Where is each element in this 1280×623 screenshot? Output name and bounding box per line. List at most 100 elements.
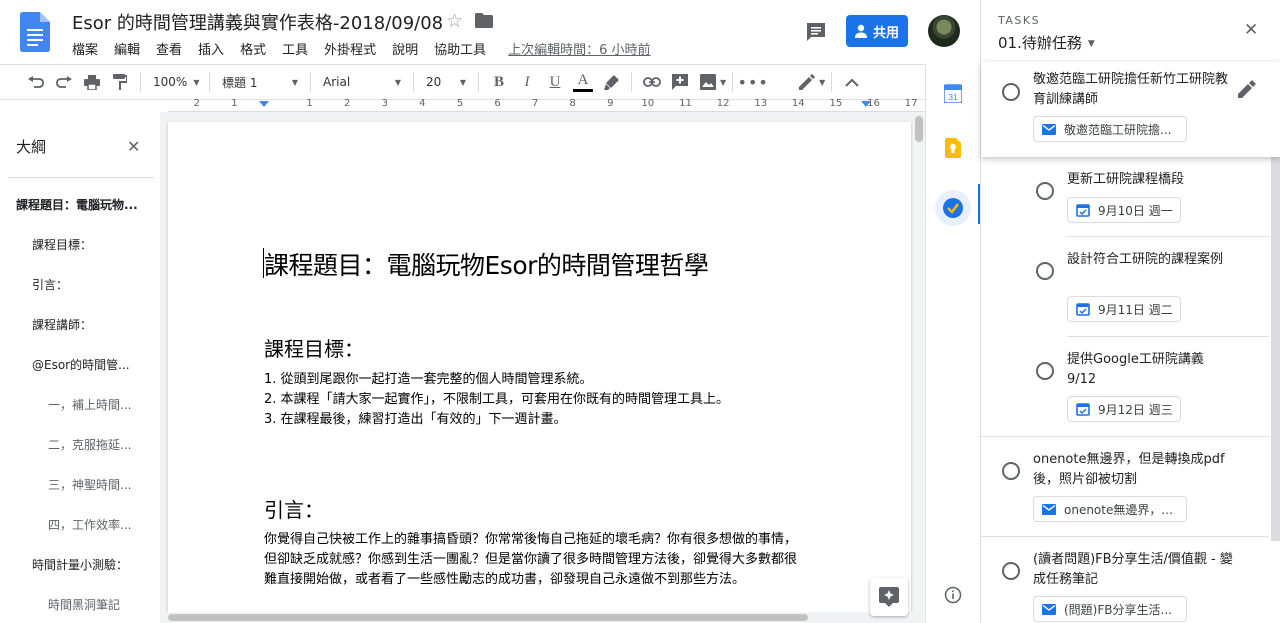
info-icon[interactable] xyxy=(940,582,966,608)
explore-button[interactable] xyxy=(870,578,908,616)
task-title[interactable]: onenote無邊界，但是轉換成pdf後，照片卻被切割 xyxy=(1033,450,1233,490)
task-complete-checkbox[interactable] xyxy=(1002,83,1020,101)
font-size-select[interactable]: 20 ▼ xyxy=(420,75,472,89)
horizontal-scrollbar[interactable] xyxy=(160,612,925,623)
task-date-chip[interactable]: 9月11日 週二 xyxy=(1067,296,1181,322)
ruler[interactable]: 2 1 1 2 3 4 5 6 7 8 9 10 11 12 13 14 15 16 17 xyxy=(168,98,925,112)
text-color-icon[interactable]: A xyxy=(569,68,597,96)
tasks-icon[interactable] xyxy=(935,190,971,226)
task-complete-checkbox[interactable] xyxy=(1036,182,1054,200)
task-email-chip[interactable]: onenote無邊界，... xyxy=(1033,496,1187,522)
last-edit-link[interactable]: 上次編輯時間：6 小時前 xyxy=(508,39,650,58)
link-icon[interactable] xyxy=(638,68,666,96)
section-heading-goals[interactable]: 課程目標： xyxy=(264,333,364,362)
chevron-down-icon[interactable]: ▼ xyxy=(819,78,825,87)
star-icon[interactable]: ☆ xyxy=(446,10,463,32)
vertical-scrollbar[interactable] xyxy=(913,112,925,612)
task-title[interactable]: 提供Google工研院講義9/12 xyxy=(1067,350,1217,390)
task-item[interactable]: onenote無邊界，但是轉換成pdf後，照片卻被切割 onenote無邊界，.… xyxy=(981,437,1280,537)
task-title[interactable]: 更新工研院課程橋段 xyxy=(1067,170,1257,190)
docs-logo-icon[interactable] xyxy=(20,12,50,52)
outline-list: 課程題目：電腦玩物... 課程目標： 引言： 課程講師： @Esor的時間管... 一，補… xyxy=(0,196,160,623)
outline-item[interactable]: 四，工作效率... xyxy=(0,516,160,556)
task-complete-checkbox[interactable] xyxy=(1036,262,1054,280)
share-button[interactable]: 共用 xyxy=(846,15,908,47)
underline-icon[interactable]: U xyxy=(541,68,569,96)
person-icon xyxy=(854,24,867,38)
redo-icon[interactable] xyxy=(50,68,78,96)
edit-mode-icon[interactable] xyxy=(793,68,821,96)
right-indent-marker[interactable] xyxy=(861,101,871,107)
outline-item[interactable]: 課程講師： xyxy=(0,316,160,356)
task-title[interactable]: (讀者問題)FB分享生活/價值觀 - 變成任務筆記 xyxy=(1033,550,1238,590)
tasks-panel: TASKS 01.待辦任務 ▼ ✕ 敬邀范臨工研院擔任新竹工研院教育訓練講師 敬邀… xyxy=(980,0,1280,623)
outline-item[interactable]: 引言： xyxy=(0,276,160,316)
outline-item[interactable]: 三，神聖時間... xyxy=(0,476,160,516)
scrollbar-thumb[interactable] xyxy=(168,614,808,621)
menu-insert[interactable]: 插入 xyxy=(198,39,224,58)
zoom-select[interactable]: 100% ▼ xyxy=(147,75,203,89)
task-list-selector[interactable]: 01.待辦任務 ▼ xyxy=(998,32,1095,53)
chevron-down-icon[interactable]: ▼ xyxy=(720,78,726,87)
paint-format-icon[interactable] xyxy=(106,68,134,96)
undo-icon[interactable] xyxy=(22,68,50,96)
tasks-scrollbar[interactable] xyxy=(1271,155,1280,541)
menu-format[interactable]: 格式 xyxy=(240,39,266,58)
italic-icon[interactable]: I xyxy=(513,68,541,96)
menu-addons[interactable]: 外掛程式 xyxy=(324,39,376,58)
scrollbar-thumb[interactable] xyxy=(915,116,923,142)
document-page[interactable]: 課程題目：電腦玩物Esor的時間管理哲學 課程目標： 1. 從頭到尾跟你一起打造… xyxy=(168,122,911,612)
intro-paragraph[interactable]: 你覺得自己快被工作上的雜事搞昏頭？你常常後悔自己拖延的壞毛病？你有很多想做的事情… xyxy=(264,530,876,590)
insert-comment-icon[interactable] xyxy=(666,68,694,96)
left-indent-marker[interactable] xyxy=(259,101,269,107)
edit-icon[interactable] xyxy=(1238,80,1256,98)
more-icon[interactable]: ••• xyxy=(738,68,768,96)
close-icon[interactable]: ✕ xyxy=(127,137,140,156)
subtask-item[interactable]: 提供Google工研院講義9/12 9月12日 週三 xyxy=(981,337,1280,437)
task-item[interactable]: 敬邀范臨工研院擔任新竹工研院教育訓練講師 敬邀范臨工研院擔... xyxy=(981,62,1280,157)
close-icon[interactable]: ✕ xyxy=(1244,20,1258,40)
menu-help[interactable]: 說明 xyxy=(392,39,418,58)
task-title[interactable]: 設計符合工研院的課程案例 xyxy=(1067,250,1247,270)
outline-item[interactable]: 課程目標： xyxy=(0,236,160,276)
outline-item[interactable]: 一，補上時間... xyxy=(0,396,160,436)
task-title[interactable]: 敬邀范臨工研院擔任新竹工研院教育訓練講師 xyxy=(1033,70,1233,110)
task-complete-checkbox[interactable] xyxy=(1036,362,1054,380)
section-heading-intro[interactable]: 引言： xyxy=(264,494,324,523)
subtask-item[interactable]: 設計符合工研院的課程案例 9月11日 週二 xyxy=(981,237,1280,337)
document-heading-title[interactable]: 課程題目：電腦玩物Esor的時間管理哲學 xyxy=(262,246,709,282)
menu-view[interactable]: 查看 xyxy=(156,39,182,58)
menu-tools[interactable]: 工具 xyxy=(282,39,308,58)
bold-icon[interactable]: B xyxy=(485,68,513,96)
task-email-chip[interactable]: (問題)FB分享生活... xyxy=(1033,596,1187,622)
keep-icon[interactable] xyxy=(940,135,966,161)
document-title[interactable]: Esor 的時間管理講義與實作表格-2018/09/08 xyxy=(72,9,443,35)
folder-icon[interactable] xyxy=(475,13,493,28)
font-select[interactable]: Arial ▼ xyxy=(317,75,407,89)
collapse-menu-icon[interactable] xyxy=(838,68,866,96)
menu-accessibility[interactable]: 協助工具 xyxy=(434,39,486,58)
comment-icon[interactable] xyxy=(805,21,827,43)
task-date-chip[interactable]: 9月10日 週一 xyxy=(1067,197,1181,223)
document-canvas[interactable]: 課程題目：電腦玩物Esor的時間管理哲學 課程目標： 1. 從頭到尾跟你一起打造… xyxy=(160,112,925,612)
menu-file[interactable]: 檔案 xyxy=(72,39,98,58)
task-item[interactable]: (讀者問題)FB分享生活/價值觀 - 變成任務筆記 (問題)FB分享生活... xyxy=(981,537,1280,623)
highlight-icon[interactable] xyxy=(597,68,625,96)
task-complete-checkbox[interactable] xyxy=(1002,462,1020,480)
task-complete-checkbox[interactable] xyxy=(1002,562,1020,580)
outline-item[interactable]: @Esor的時間管... xyxy=(0,356,160,396)
paragraph-style-select[interactable]: 標題 1 ▼ xyxy=(216,74,304,91)
outline-item[interactable]: 課程題目：電腦玩物... xyxy=(0,196,160,236)
insert-image-icon[interactable] xyxy=(694,68,722,96)
goals-paragraph[interactable]: 1. 從頭到尾跟你一起打造一套完整的個人時間管理系統。 2. 本課程「請大家一起… xyxy=(264,370,874,430)
avatar[interactable] xyxy=(928,15,960,47)
outline-item[interactable]: 時間黑洞筆記 xyxy=(0,596,160,623)
outline-item[interactable]: 二，克服拖延... xyxy=(0,436,160,476)
calendar-icon[interactable]: 31 xyxy=(940,80,966,106)
task-email-chip[interactable]: 敬邀范臨工研院擔... xyxy=(1033,116,1187,142)
outline-item[interactable]: 時間計量小測驗： xyxy=(0,556,160,596)
menu-edit[interactable]: 編輯 xyxy=(114,39,140,58)
task-date-chip[interactable]: 9月12日 週三 xyxy=(1067,396,1181,422)
subtask-item[interactable]: 更新工研院課程橋段 9月10日 週一 xyxy=(981,157,1280,237)
print-icon[interactable] xyxy=(78,68,106,96)
